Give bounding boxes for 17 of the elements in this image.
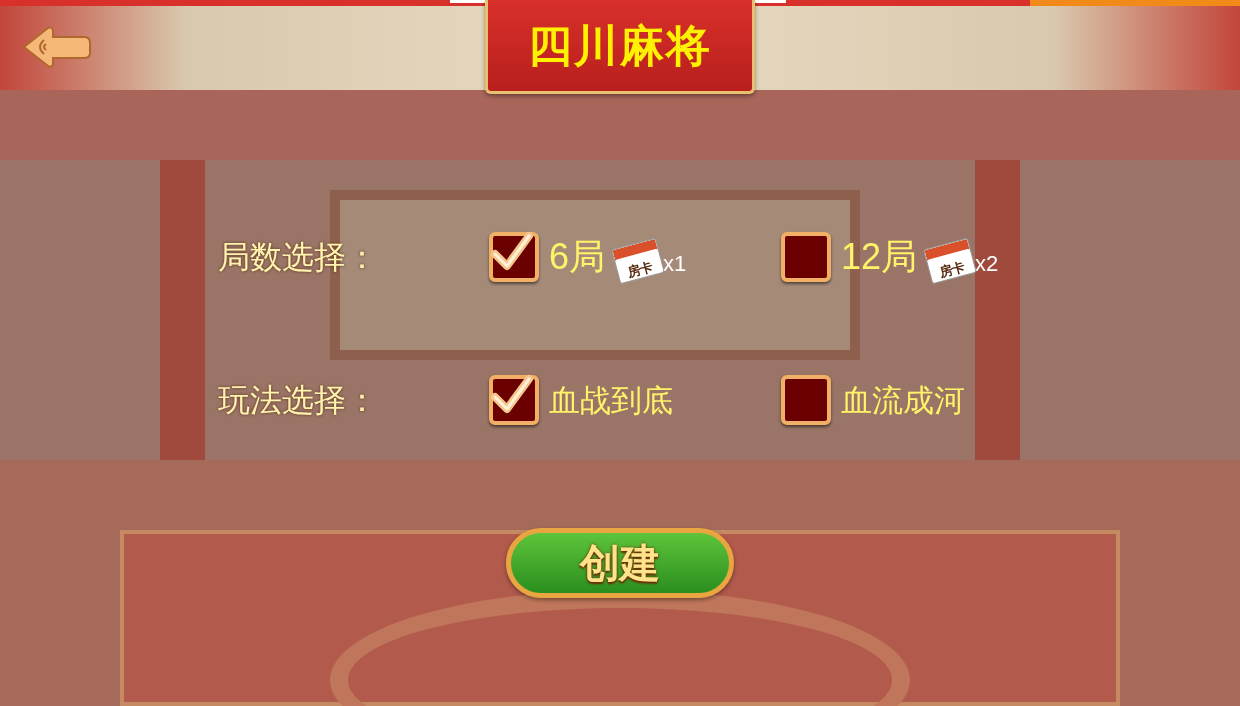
card-label: 房卡 xyxy=(938,259,967,279)
card-count: x1 xyxy=(663,253,687,275)
card-count: x2 xyxy=(975,253,999,275)
back-arrow-icon[interactable] xyxy=(22,25,92,69)
checkbox[interactable] xyxy=(489,232,539,282)
checkbox[interactable] xyxy=(489,375,539,425)
card-label: 房卡 xyxy=(626,259,655,279)
choice-label: 12局 xyxy=(841,239,918,275)
create-button[interactable]: 创建 xyxy=(506,528,734,598)
choice-label: 血流成河 xyxy=(841,384,965,416)
option-label: 局数选择： xyxy=(218,241,379,273)
checkbox[interactable] xyxy=(781,375,831,425)
checkbox[interactable] xyxy=(781,232,831,282)
option-label: 玩法选择： xyxy=(218,384,379,416)
choice-label: 血战到底 xyxy=(549,384,673,416)
choice-label: 6局 xyxy=(549,239,606,275)
screen-title: 四川麻将 xyxy=(528,23,712,68)
